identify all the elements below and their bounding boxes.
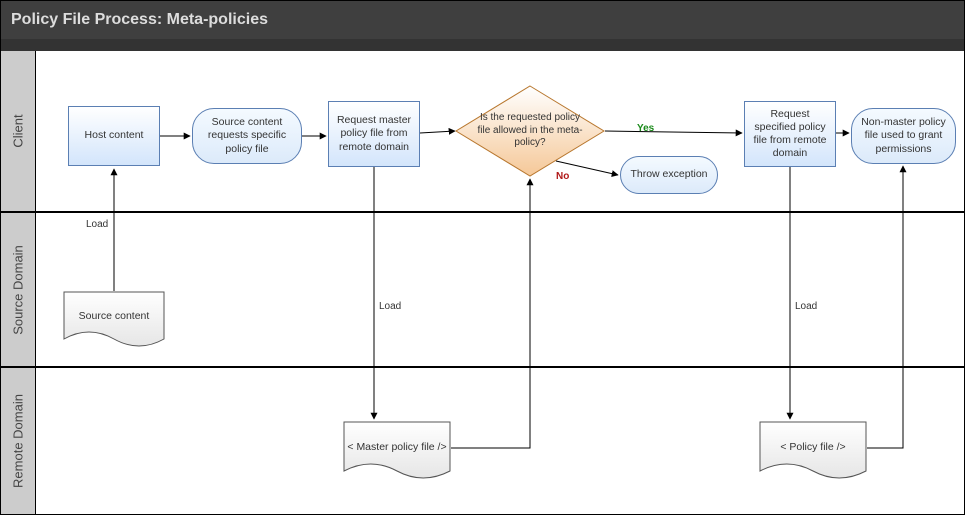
node-text: Non-master policy file used to grant per… [856,116,951,155]
node-throw-exception: Throw exception [620,156,718,194]
edge-label-load-2: Load [379,301,401,312]
lane-label-remote: Remote Domain [1,368,36,514]
edge-label-no: No [556,171,569,182]
lane-label-client: Client [1,51,36,211]
node-text: Request master policy file from remote d… [333,114,415,153]
node-text: Throw exception [630,168,707,181]
swimlanes: Client Source Domain Remote Domain Host … [1,51,964,514]
node-nonmaster-grant: Non-master policy file used to grant per… [851,108,956,164]
node-text: < Master policy file /> [347,441,446,454]
node-text: Is the requested policy file allowed in … [477,112,583,150]
node-master-policy-file: < Master policy file /> [343,421,451,475]
node-text: Source content [79,310,150,323]
node-policy-file: < Policy file /> [759,421,867,475]
node-text: Host content [85,129,144,142]
node-request-specified: Request specified policy file from remot… [744,101,836,167]
node-request-master: Request master policy file from remote d… [328,101,420,167]
edge-label-load-3: Load [795,301,817,312]
node-text: < Policy file /> [780,441,845,454]
edge-label-load-1: Load [86,219,108,230]
diagram-title: Policy File Process: Meta-policies [11,11,268,28]
node-decision-meta-policy: Is the requested policy file allowed in … [455,85,605,177]
node-text: Source content requests specific policy … [197,116,297,155]
node-source-requests-specific: Source content requests specific policy … [192,108,302,164]
edge-label-yes: Yes [637,123,654,134]
lane-label-text: Client [11,114,26,147]
node-text: Request specified policy file from remot… [749,108,831,161]
lane-label-source: Source Domain [1,213,36,366]
dark-strip [1,39,964,51]
policy-meta-diagram: Policy File Process: Meta-policies Clien… [0,0,965,515]
title-bar: Policy File Process: Meta-policies [1,1,964,39]
node-host-content: Host content [68,106,160,166]
node-source-content: Source content [63,291,165,343]
lane-label-text: Source Domain [11,245,26,335]
lane-label-text: Remote Domain [11,394,26,488]
